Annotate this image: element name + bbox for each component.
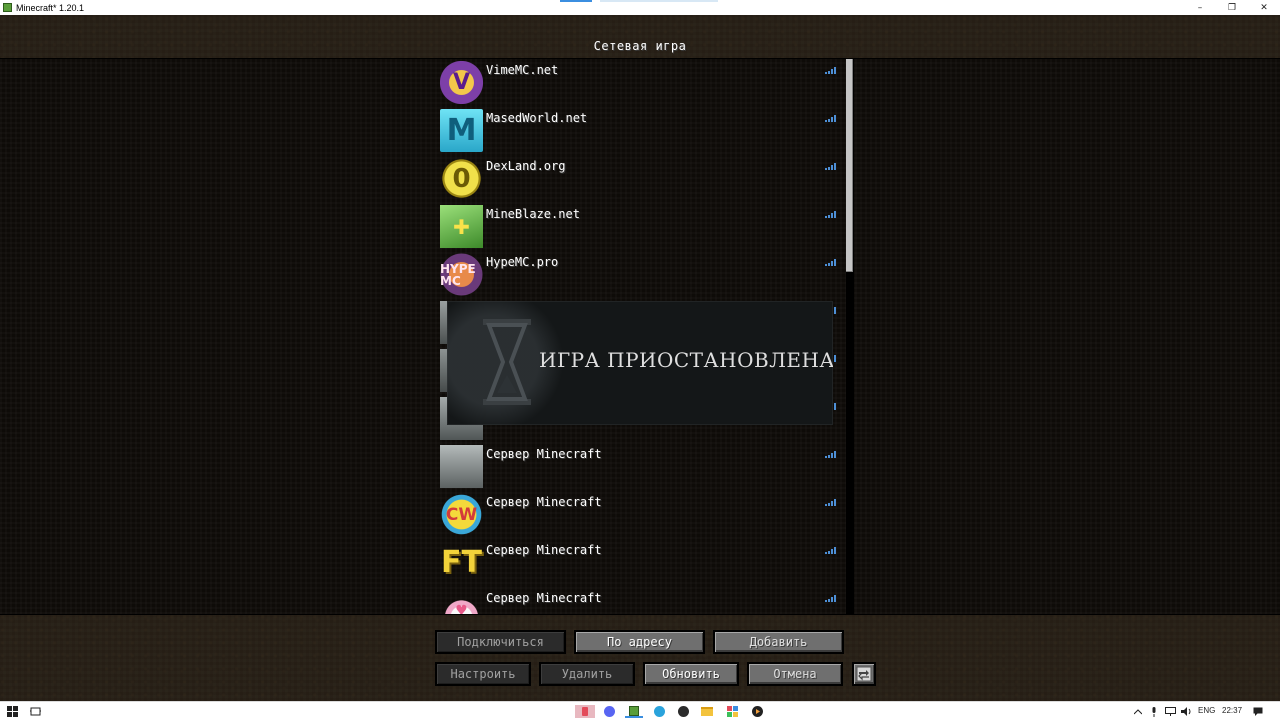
network-icon[interactable] (1164, 705, 1176, 718)
signal-strength-icon (825, 547, 836, 554)
server-name: HypeMC.pro (486, 255, 559, 269)
server-entry[interactable]: CW Сервер Minecraft (440, 491, 844, 539)
grid-app-icon[interactable] (723, 705, 741, 718)
dexland-coin-logo: 0 (440, 157, 483, 200)
cancel-button[interactable]: Отмена (747, 662, 843, 686)
hypemc-logo: HYPE MC (440, 253, 483, 296)
signal-strength-icon (825, 451, 836, 458)
title-accent (560, 0, 592, 2)
server-entry[interactable]: ✚ MineBlaze.net (440, 203, 844, 251)
server-name: MineBlaze.net (486, 207, 580, 221)
minimize-button[interactable]: – (1184, 0, 1216, 15)
server-entry[interactable]: Сервер Minecraft (440, 443, 844, 491)
file-explorer-icon[interactable] (699, 705, 715, 718)
game-paused-overlay: ИГРА ПРИОСТАНОВЛЕНА (447, 301, 833, 425)
connect-by-address-button[interactable]: По адресу (574, 630, 705, 654)
window-title-bar[interactable]: Minecraft* 1.20.1 – ❐ ✕ (0, 0, 1280, 15)
close-button[interactable]: ✕ (1248, 0, 1280, 15)
server-name: DexLand.org (486, 159, 566, 173)
server-entry[interactable]: 0 DexLand.org (440, 155, 844, 203)
signal-strength-icon (825, 163, 836, 170)
hourglass-icon (483, 319, 531, 405)
paused-label: ИГРА ПРИОСТАНОВЛЕНА (539, 348, 833, 372)
landscape-thumbnail (440, 445, 483, 488)
maximize-button[interactable]: ❐ (1216, 0, 1248, 15)
game-viewport: Сетевая игра V VimeMC.net M MasedWorld.n… (0, 15, 1280, 701)
edit-server-button[interactable]: Настроить (435, 662, 531, 686)
notifications-icon[interactable] (1252, 705, 1264, 718)
footer-band (0, 614, 1280, 701)
taskbar-app-red-icon[interactable] (575, 705, 595, 718)
signal-strength-icon (825, 115, 836, 122)
obs-icon[interactable] (675, 705, 691, 718)
minecraft-taskbar-icon[interactable] (625, 705, 643, 718)
server-name: VimeMC.net (486, 63, 559, 77)
server-name: Сервер Minecraft (486, 447, 602, 461)
windows-start-icon[interactable] (6, 705, 19, 718)
task-view-icon[interactable] (29, 705, 42, 718)
media-player-icon[interactable] (749, 705, 765, 718)
server-entry[interactable]: M MasedWorld.net (440, 107, 844, 155)
arrows-swap-icon (856, 666, 872, 682)
input-language[interactable]: ENG (1198, 706, 1215, 715)
ft-logo: FT (441, 545, 482, 580)
server-name: Сервер Minecraft (486, 591, 602, 605)
title-accent-secondary (600, 0, 718, 2)
server-entry[interactable]: HYPE MC HypeMC.pro (440, 251, 844, 299)
connect-button[interactable]: Подключиться (435, 630, 566, 654)
signal-strength-icon (825, 595, 836, 602)
add-server-button[interactable]: Добавить (713, 630, 844, 654)
server-entry[interactable]: FT Сервер Minecraft (440, 539, 844, 587)
signal-strength-icon (825, 211, 836, 218)
masedworld-logo: M (440, 109, 483, 152)
delete-server-button[interactable]: Удалить (539, 662, 635, 686)
tray-chevron-up-icon[interactable] (1133, 705, 1143, 718)
multiplayer-extra-button[interactable] (852, 662, 876, 686)
server-name: Сервер Minecraft (486, 495, 602, 509)
cw-logo: CW (440, 493, 483, 536)
hearts-logo: ♥ (440, 589, 483, 614)
window-controls: – ❐ ✕ (1184, 0, 1280, 15)
server-entry[interactable]: ♥ Сервер Minecraft (440, 587, 844, 614)
server-name: MasedWorld.net (486, 111, 588, 125)
telegram-icon[interactable] (651, 705, 667, 718)
signal-strength-icon (825, 67, 836, 74)
windows-taskbar: ENG 22:37 (0, 701, 1280, 720)
server-name: Сервер Minecraft (486, 543, 602, 557)
microphone-icon[interactable] (1149, 705, 1159, 718)
discord-icon[interactable] (601, 705, 617, 718)
screen-title: Сетевая игра (593, 39, 687, 53)
vimemc-logo: V (440, 61, 483, 104)
signal-strength-icon (825, 499, 836, 506)
server-entry[interactable]: V VimeMC.net (440, 59, 844, 107)
server-list-scrollbar-thumb[interactable] (846, 59, 853, 272)
refresh-button[interactable]: Обновить (643, 662, 739, 686)
window-title: Minecraft* 1.20.1 (16, 2, 85, 13)
minecraft-app-icon (3, 3, 12, 12)
volume-icon[interactable] (1180, 705, 1192, 718)
clock[interactable]: 22:37 (1222, 706, 1242, 715)
mineblaze-cash-logo: ✚ (440, 205, 483, 248)
signal-strength-icon (825, 259, 836, 266)
